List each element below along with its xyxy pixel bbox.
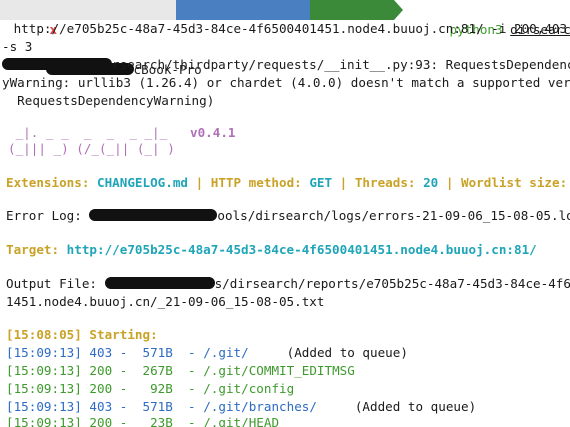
output-file-line: Output File: s/dirsearch/reports/e705b25… [6, 276, 570, 291]
error-log-line: Error Log: ools/dirsearch/logs/errors-21… [6, 208, 570, 223]
target-line: Target: http://e705b25c-48a7-45d3-84ce-4… [6, 242, 537, 257]
prompt-git-segment: ᚴ master [310, 0, 430, 37]
apple-icon [46, 42, 54, 57]
shell-prompt: x cBook-Pro ~/tools/dirsearch ᚴ master p… [0, 0, 570, 77]
redacted-path [89, 209, 218, 221]
command-continuation: http://e705b25c-48a7-45d3-84ce-4f6500401… [6, 21, 570, 36]
result-row: [15:09:13] 403 - 571B - /.git/ (Added to… [6, 345, 408, 360]
command-continuation: -s 3 [2, 39, 33, 54]
banner-art: (_||| _) (/_(_|| (_| ) [8, 141, 175, 156]
target-url: http://e705b25c-48a7-45d3-84ce-4f6500401… [66, 242, 537, 257]
version-label: v0.4.1 [189, 125, 236, 140]
scan-start-line: [15:08:05] Starting: [6, 327, 158, 342]
redacted-path [104, 277, 215, 289]
warning-line: RequestsDependencyWarning) [2, 93, 215, 108]
result-row: [15:09:13] 200 - 23B - /.git/HEAD [6, 415, 280, 427]
result-row: [15:09:13] 200 - 267B - /.git/COMMIT_EDI… [6, 363, 355, 378]
http-method-value: GET [309, 175, 333, 190]
scan-info-line: Extensions: CHANGELOG.md | HTTP method: … [6, 175, 570, 190]
command-line[interactable]: python3 dirsearch.py -u [404, 0, 570, 37]
redacted-path [2, 58, 112, 70]
extensions-value: CHANGELOG.md [97, 175, 188, 190]
threads-value: 20 [423, 175, 439, 190]
terminal-window[interactable]: x cBook-Pro ~/tools/dirsearch ᚴ master p… [0, 0, 570, 427]
output-file-line: 1451.node4.buuoj.cn/_21-09-06_15-08-05.t… [6, 294, 325, 309]
warning-line: rsearch/thirdparty/requests/__init__.py:… [2, 56, 570, 74]
result-row: [15:09:13] 200 - 92B - /.git/config [6, 381, 295, 396]
warning-line: yWarning: urllib3 (1.26.4) or chardet (4… [2, 75, 570, 90]
prompt-separator [394, 0, 403, 20]
prompt-host-segment: x cBook-Pro [0, 0, 202, 77]
prompt-path-segment: ~/tools/dirsearch [176, 0, 362, 37]
